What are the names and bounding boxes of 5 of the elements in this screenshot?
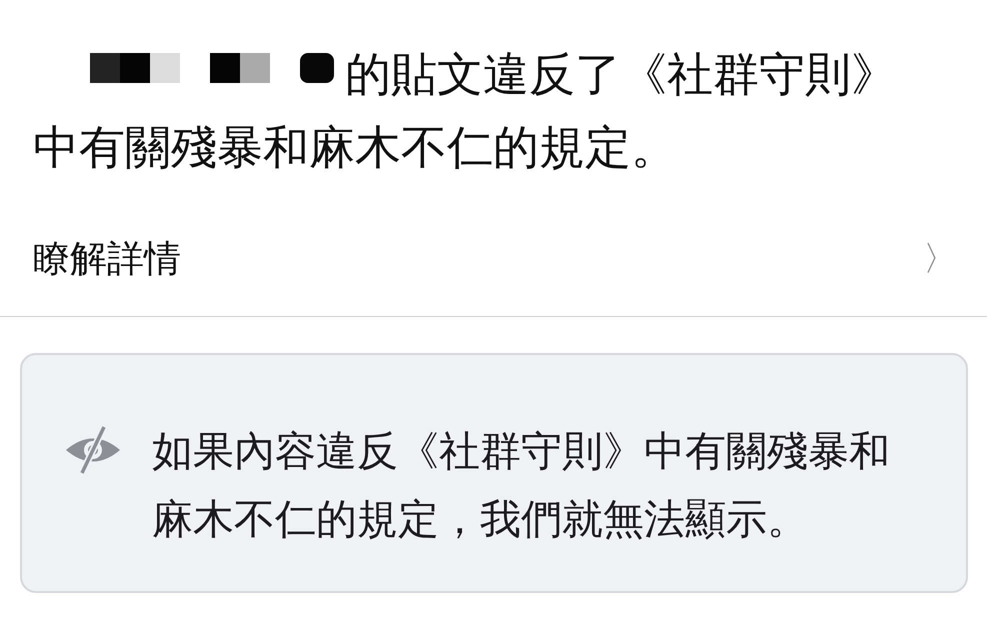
learn-more-link[interactable]: 瞭解詳情 bbox=[33, 234, 181, 284]
violation-message-line: 的貼文違反了《社群守則》 bbox=[345, 46, 897, 103]
violation-message-line: 中有關殘暴和麻木不仁的規定。 bbox=[33, 119, 677, 176]
hidden-eye-icon bbox=[64, 425, 122, 475]
notice-text: 如果內容違反《社群守則》中有關殘暴和麻木不仁的規定，我們就無法顯示。 bbox=[152, 426, 891, 545]
